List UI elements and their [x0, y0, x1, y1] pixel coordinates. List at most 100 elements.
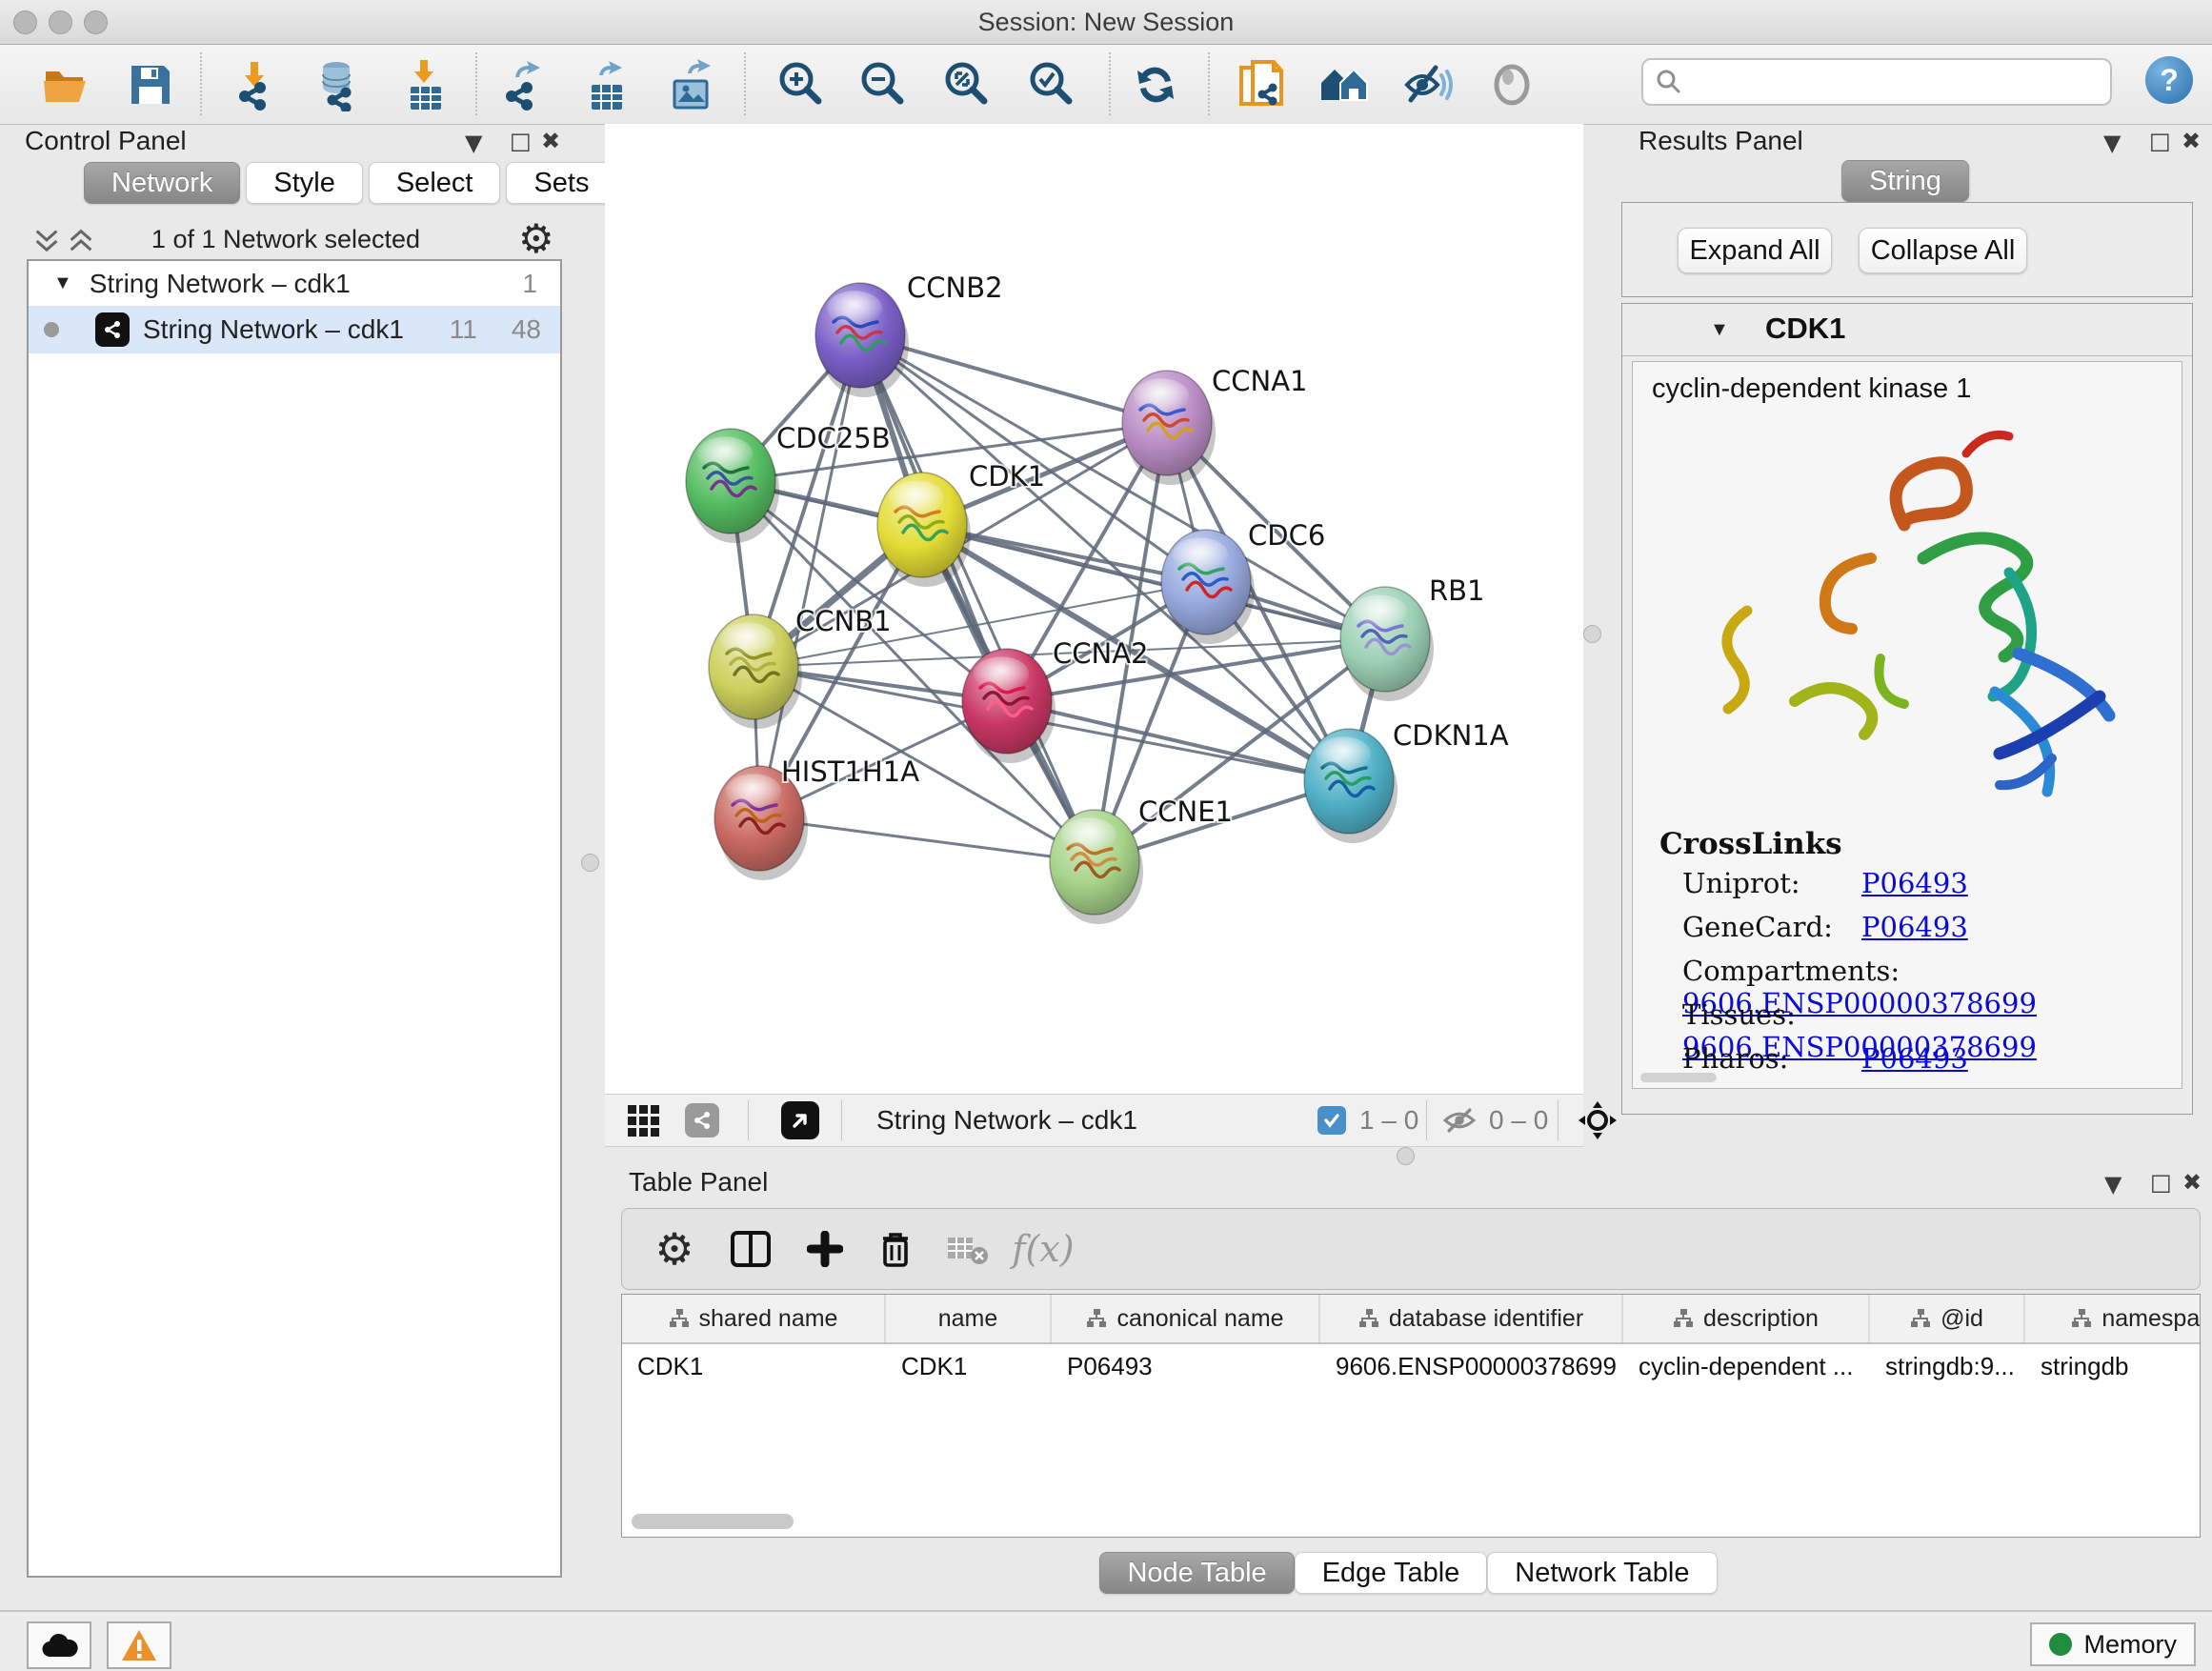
import-table-button[interactable]: [398, 57, 453, 112]
search-icon: [1655, 68, 1683, 96]
import-network-from-database-button[interactable]: [311, 57, 366, 112]
table-panel-float-icon[interactable]: □: [2150, 1171, 2172, 1194]
zoom-in-button[interactable]: [773, 57, 828, 112]
expand-all-button[interactable]: Expand All: [1678, 228, 1832, 273]
table-cell[interactable]: CDK1: [886, 1352, 1052, 1381]
node-RB1[interactable]: [1340, 587, 1434, 701]
crosslink-value-link[interactable]: P06493: [1861, 1042, 1968, 1075]
table-cell[interactable]: stringdb: [2025, 1352, 2201, 1381]
table-cell[interactable]: cyclin-dependent ...: [1623, 1352, 1870, 1381]
table-cell[interactable]: 9606.ENSP00000378699: [1320, 1352, 1623, 1381]
network-options-gear-icon[interactable]: ⚙: [518, 215, 554, 262]
horizontal-splitter-handle[interactable]: [1397, 1147, 1415, 1165]
tab-style[interactable]: Style: [246, 162, 362, 204]
table-cell[interactable]: stringdb:9...: [1870, 1352, 2025, 1381]
zoom-selected-button[interactable]: [1023, 57, 1078, 112]
show-column-panel-button[interactable]: [717, 1209, 784, 1289]
hide-annotations-button[interactable]: [1400, 57, 1456, 112]
cloud-status-button[interactable]: [27, 1621, 91, 1669]
clone-network-button[interactable]: [1233, 57, 1288, 112]
network-collection-row[interactable]: ▼ String Network – cdk1 1: [29, 261, 560, 306]
edge-CCNA2-CDKN1A[interactable]: [1007, 701, 1349, 781]
function-builder-button[interactable]: f(x): [1005, 1209, 1081, 1289]
warnings-button[interactable]: [107, 1621, 171, 1669]
collapse-all-button[interactable]: Collapse All: [1859, 228, 2027, 273]
node-CDKN1A[interactable]: [1304, 729, 1398, 843]
delete-table-button[interactable]: [935, 1209, 1001, 1289]
table-panel: Table Panel ▼ □ ✖ ⚙: [605, 1165, 2212, 1610]
column-header-database-identifier[interactable]: database identifier: [1320, 1295, 1623, 1342]
node-CCNE1[interactable]: [1050, 810, 1143, 924]
tab-edge-table[interactable]: Edge Table: [1295, 1552, 1488, 1594]
show-all-networks-button[interactable]: [1317, 57, 1372, 112]
node-CCNA1[interactable]: [1122, 371, 1216, 485]
detach-view-button[interactable]: [685, 1095, 719, 1146]
control-panel-menu-icon[interactable]: ▼: [465, 131, 482, 154]
tab-network-table[interactable]: Network Table: [1487, 1552, 1717, 1594]
column-header-canonical-name[interactable]: canonical name: [1052, 1295, 1320, 1342]
tree-expand-icon[interactable]: ▼: [53, 272, 72, 294]
table-panel-menu-icon[interactable]: ▼: [2104, 1173, 2122, 1196]
save-session-button[interactable]: [123, 57, 178, 112]
table-panel-close-icon[interactable]: ✖: [2182, 1171, 2202, 1194]
node-label-CCNA1: CCNA1: [1212, 365, 1307, 397]
table-options-gear-icon[interactable]: ⚙: [641, 1209, 708, 1289]
table-row[interactable]: CDK1CDK1P064939606.ENSP00000378699cyclin…: [622, 1344, 2200, 1388]
node-CDC6[interactable]: [1161, 530, 1255, 644]
node-CDK1[interactable]: [877, 473, 971, 587]
control-panel-close-icon[interactable]: ✖: [541, 130, 560, 152]
memory-button[interactable]: Memory: [2030, 1622, 2196, 1666]
tab-select[interactable]: Select: [369, 162, 501, 204]
collapse-entry-icon[interactable]: ▼: [1710, 319, 1729, 341]
import-network-button[interactable]: [231, 57, 286, 112]
table-cell[interactable]: CDK1: [622, 1352, 886, 1381]
show-graphics-details-button[interactable]: [1484, 57, 1539, 112]
node-CCNB2[interactable]: [815, 283, 909, 397]
table-cell[interactable]: P06493: [1052, 1352, 1320, 1381]
apply-layout-button[interactable]: [1128, 57, 1183, 112]
node-result-header[interactable]: ▼ CDK1: [1622, 304, 2192, 356]
column-header-description[interactable]: description: [1623, 1295, 1870, 1342]
birds-eye-view-button[interactable]: [781, 1095, 819, 1146]
help-button[interactable]: ?: [2145, 56, 2193, 104]
node-CCNB1[interactable]: [709, 614, 802, 729]
tab-network[interactable]: Network: [84, 162, 240, 204]
protein-structure-image: [1680, 415, 2128, 806]
results-panel-float-icon[interactable]: □: [2149, 130, 2171, 152]
edge-CCNB2-HIST1H1A[interactable]: [759, 335, 860, 818]
grid-view-button[interactable]: [628, 1095, 659, 1146]
tab-node-table[interactable]: Node Table: [1099, 1552, 1294, 1594]
network-canvas[interactable]: CCNB2CCNA1CDC25BCDK1CDC6RB1CCNB1CCNA2CDK…: [605, 124, 1583, 1094]
left-splitter-handle[interactable]: [581, 854, 599, 872]
edge-CCNE1-HIST1H1A[interactable]: [759, 818, 1095, 862]
tab-string[interactable]: String: [1841, 160, 1969, 202]
zoom-fit-button[interactable]: [938, 57, 994, 112]
export-image-button[interactable]: [664, 57, 719, 112]
zoom-out-button[interactable]: [855, 57, 910, 112]
open-session-button[interactable]: [39, 57, 94, 112]
column-header-namespace[interactable]: namespace: [2025, 1295, 2201, 1342]
delete-column-button[interactable]: [862, 1209, 929, 1289]
export-network-button[interactable]: [497, 57, 553, 112]
table-hscrollbar[interactable]: [632, 1514, 794, 1529]
control-panel-float-icon[interactable]: □: [510, 130, 532, 152]
column-header-label: @id: [1941, 1305, 1983, 1333]
node-CCNA2[interactable]: [962, 649, 1056, 763]
export-table-button[interactable]: [579, 57, 634, 112]
network-row-selected[interactable]: String Network – cdk1 11 48: [29, 306, 560, 353]
zoom-fit-icon: [939, 58, 993, 111]
column-header--id[interactable]: @id: [1870, 1295, 2025, 1342]
results-hscrollbar[interactable]: [1640, 1073, 1717, 1082]
results-panel-close-icon[interactable]: ✖: [2182, 130, 2201, 152]
node-CDC25B[interactable]: [686, 429, 779, 543]
create-column-button[interactable]: [792, 1209, 858, 1289]
column-header-shared-name[interactable]: shared name: [622, 1295, 886, 1342]
column-header-name[interactable]: name: [886, 1295, 1052, 1342]
crosslink-value-link[interactable]: P06493: [1861, 911, 1968, 943]
crosslink-value-link[interactable]: P06493: [1861, 867, 1968, 899]
hidden-elements-button[interactable]: [1441, 1095, 1478, 1146]
tab-sets[interactable]: Sets: [506, 162, 616, 204]
selected-nodes-checkbox[interactable]: [1317, 1095, 1346, 1146]
results-panel-menu-icon[interactable]: ▼: [2103, 131, 2121, 154]
search-input[interactable]: [1641, 58, 2112, 106]
